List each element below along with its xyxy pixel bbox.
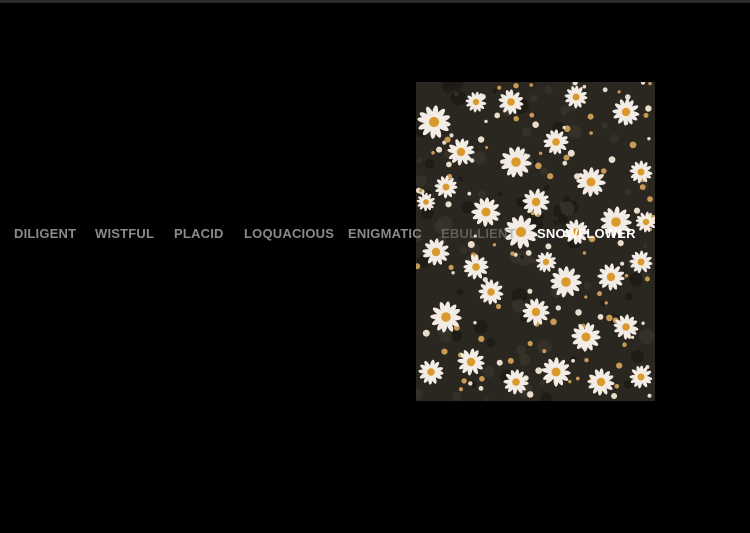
menu-item-enigmatic[interactable]: ENIGMATIC xyxy=(348,224,422,244)
menu-item-snowflower[interactable]: SNOWFLOWER xyxy=(537,224,636,244)
menu-item-ebullient[interactable]: EBULLIENT xyxy=(441,224,516,244)
word-menu: DILIGENT WISTFUL PLACID LOQUACIOUS ENIGM… xyxy=(0,224,750,244)
top-border xyxy=(0,0,750,3)
menu-item-wistful[interactable]: WISTFUL xyxy=(95,224,154,244)
page: DILIGENT WISTFUL PLACID LOQUACIOUS ENIGM… xyxy=(0,0,750,533)
menu-item-placid[interactable]: PLACID xyxy=(174,224,224,244)
menu-item-loquacious[interactable]: LOQUACIOUS xyxy=(244,224,334,244)
menu-item-diligent[interactable]: DILIGENT xyxy=(14,224,76,244)
